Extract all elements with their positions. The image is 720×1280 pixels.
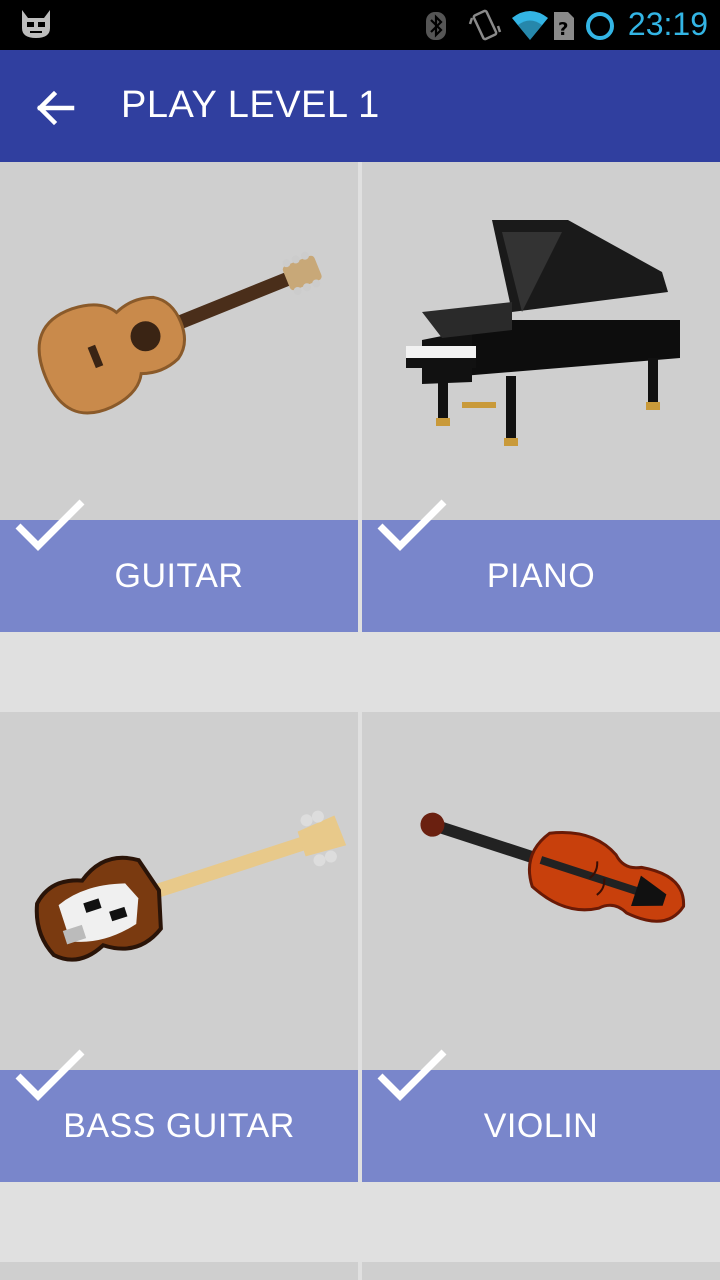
next-row-card-left[interactable] xyxy=(0,1262,358,1280)
svg-text:?: ? xyxy=(558,19,568,40)
clock: 23:19 xyxy=(627,6,708,42)
check-icon xyxy=(377,1049,447,1101)
bluetooth-icon xyxy=(426,12,446,40)
cyanogen-mod-icon xyxy=(22,10,50,38)
instrument-label: GUITAR xyxy=(114,556,244,595)
next-row-card-right[interactable] xyxy=(362,1262,720,1280)
instrument-label: VIOLIN xyxy=(483,1106,599,1145)
page-title: PLAY LEVEL 1 xyxy=(121,84,380,126)
check-icon xyxy=(377,499,447,551)
check-icon xyxy=(15,499,85,551)
violin-image xyxy=(420,812,686,923)
instrument-card-guitar[interactable]: GUITAR xyxy=(0,162,358,632)
wifi-icon xyxy=(512,11,548,40)
instrument-label: BASS GUITAR xyxy=(63,1106,295,1145)
instrument-card-violin[interactable]: VIOLIN xyxy=(362,712,720,1182)
status-bar: ? 23:19 xyxy=(0,0,720,50)
electric-bass-guitar-image xyxy=(34,810,347,962)
instrument-card-bass-guitar[interactable]: BASS GUITAR xyxy=(0,712,358,1182)
acoustic-guitar-image xyxy=(37,251,322,415)
arrow-back-icon[interactable] xyxy=(28,80,84,136)
no-sim-icon: ? xyxy=(554,12,574,40)
instrument-label: PIANO xyxy=(486,556,596,595)
instrument-card-piano[interactable]: PIANO xyxy=(362,162,720,632)
grand-piano-image xyxy=(406,220,680,446)
check-icon xyxy=(15,1049,85,1101)
app-bar: PLAY LEVEL 1 xyxy=(0,50,720,162)
vibrate-icon xyxy=(468,9,502,41)
sync-circle-icon xyxy=(586,12,614,40)
